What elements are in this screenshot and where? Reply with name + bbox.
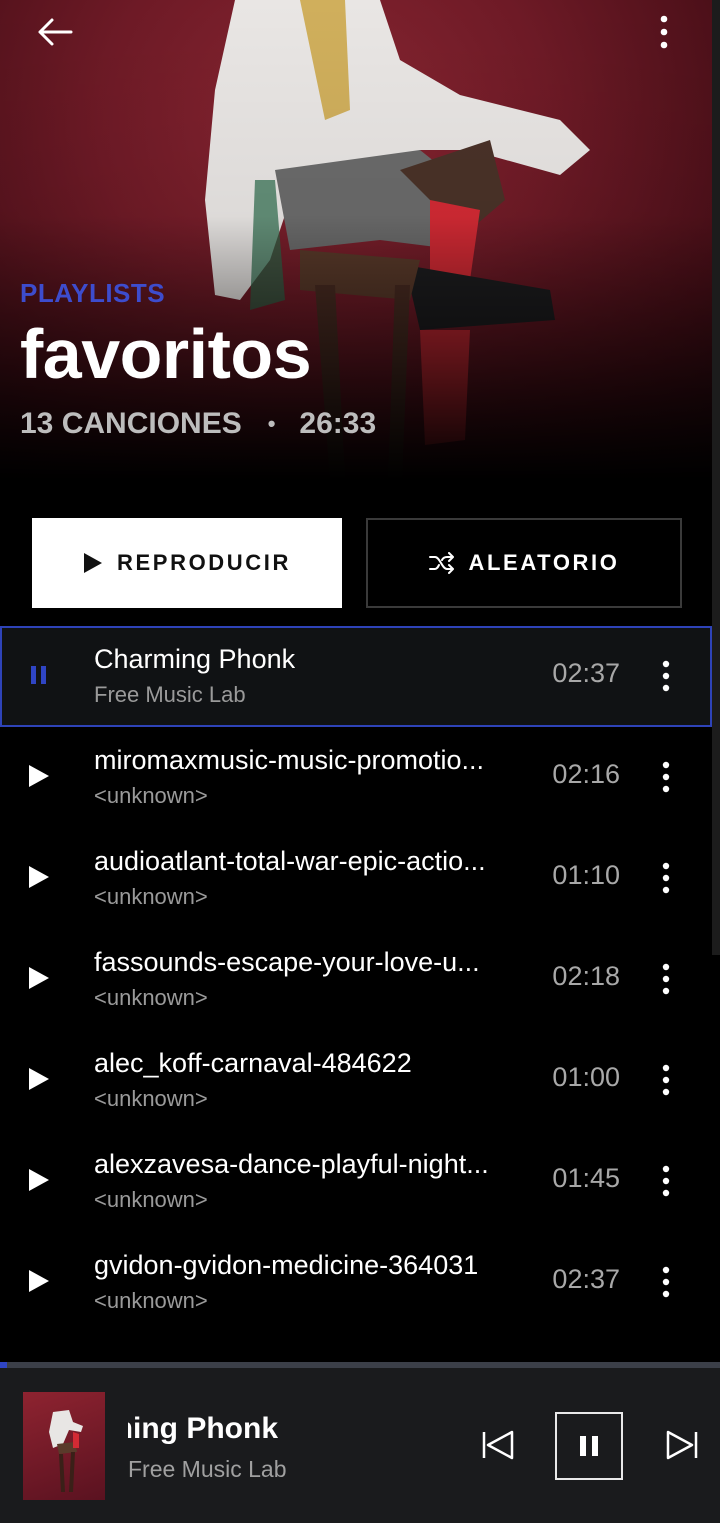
track-title: Charming Phonk bbox=[94, 644, 296, 674]
track-title: miromaxmusic-music-promotio... bbox=[94, 745, 485, 775]
more-vertical-icon bbox=[662, 862, 670, 894]
track-artist: <unknown> bbox=[94, 884, 208, 909]
mini-player[interactable]: Charming Phonk Free Music Lab bbox=[0, 1368, 720, 1523]
track-row[interactable]: gvidon-gvidon-medicine-364031 <unknown> … bbox=[0, 1232, 712, 1333]
song-count: 13 CANCIONES bbox=[20, 407, 242, 440]
track-artist: <unknown> bbox=[94, 1288, 208, 1313]
playlist-meta: 13 CANCIONES • 26:33 bbox=[20, 407, 376, 441]
track-pause-button[interactable] bbox=[18, 652, 60, 698]
pause-icon bbox=[580, 1436, 598, 1456]
track-title: alexzavesa-dance-playful-night... bbox=[94, 1149, 489, 1179]
play-all-button[interactable]: REPRODUCIR bbox=[32, 518, 342, 608]
track-row[interactable]: fassounds-escape-your-love-u... <unknown… bbox=[0, 929, 712, 1030]
track-play-button[interactable] bbox=[18, 1056, 60, 1102]
track-list[interactable]: Charming Phonk Free Music Lab 02:37 miro… bbox=[0, 626, 712, 1362]
playlist-title: favoritos bbox=[20, 315, 312, 393]
play-icon bbox=[29, 765, 49, 787]
more-vertical-icon bbox=[660, 15, 668, 49]
now-playing-thumbnail bbox=[23, 1392, 105, 1500]
pause-icon bbox=[31, 666, 46, 684]
track-more-button[interactable] bbox=[644, 1157, 688, 1205]
track-title: audioatlant-total-war-epic-actio... bbox=[94, 846, 486, 876]
track-title: alec_koff-carnaval-484622 bbox=[94, 1048, 412, 1078]
play-icon bbox=[29, 967, 49, 989]
more-vertical-icon bbox=[662, 660, 670, 692]
play-icon bbox=[29, 1169, 49, 1191]
track-artist: <unknown> bbox=[94, 783, 208, 808]
track-more-button[interactable] bbox=[644, 854, 688, 902]
track-duration: 02:37 bbox=[552, 658, 620, 688]
track-more-button[interactable] bbox=[644, 1056, 688, 1104]
track-row[interactable]: miromaxmusic-music-promotio... <unknown>… bbox=[0, 727, 712, 828]
arrow-left-icon bbox=[38, 18, 73, 46]
track-row[interactable]: audioatlant-total-war-epic-actio... <unk… bbox=[0, 828, 712, 929]
track-more-button[interactable] bbox=[644, 753, 688, 801]
more-vertical-icon bbox=[662, 1165, 670, 1197]
more-vertical-icon bbox=[662, 1064, 670, 1096]
back-button[interactable] bbox=[31, 8, 79, 56]
pause-button[interactable] bbox=[555, 1412, 623, 1480]
track-more-button[interactable] bbox=[644, 1258, 688, 1306]
track-artist: <unknown> bbox=[94, 985, 208, 1010]
track-row[interactable]: alexzavesa-dance-playful-night... <unkno… bbox=[0, 1131, 712, 1232]
total-duration: 26:33 bbox=[299, 407, 377, 440]
track-play-button[interactable] bbox=[18, 1157, 60, 1203]
shuffle-label: ALEATORIO bbox=[468, 550, 620, 575]
shuffle-icon bbox=[428, 552, 455, 574]
track-artist: <unknown> bbox=[94, 1086, 208, 1111]
track-artist: Free Music Lab bbox=[94, 682, 246, 707]
play-icon bbox=[29, 866, 49, 888]
track-artist: <unknown> bbox=[94, 1187, 208, 1212]
track-duration: 01:45 bbox=[552, 1163, 620, 1193]
play-icon bbox=[29, 1270, 49, 1292]
track-play-button[interactable] bbox=[18, 1258, 60, 1304]
track-duration: 01:00 bbox=[552, 1062, 620, 1092]
track-play-button[interactable] bbox=[18, 854, 60, 900]
playlist-info: PLAYLISTS favoritos 13 CANCIONES • 26:33 bbox=[20, 278, 376, 441]
page-scrollbar[interactable] bbox=[712, 0, 720, 955]
playlist-hero: PLAYLISTS favoritos 13 CANCIONES • 26:33 bbox=[0, 0, 720, 480]
section-eyebrow: PLAYLISTS bbox=[20, 278, 166, 308]
track-duration: 02:16 bbox=[552, 759, 620, 789]
track-title: fassounds-escape-your-love-u... bbox=[94, 947, 480, 977]
next-track-button[interactable] bbox=[656, 1418, 708, 1472]
more-vertical-icon bbox=[662, 1266, 670, 1298]
track-play-button[interactable] bbox=[18, 955, 60, 1001]
track-duration: 02:37 bbox=[552, 1264, 620, 1294]
previous-track-button[interactable] bbox=[472, 1418, 524, 1472]
track-row[interactable]: alec_koff-carnaval-484622 <unknown> 01:0… bbox=[0, 1030, 712, 1131]
now-playing-artist: Free Music Lab bbox=[128, 1456, 287, 1482]
play-icon bbox=[83, 552, 103, 574]
shuffle-button[interactable]: ALEATORIO bbox=[366, 518, 682, 608]
track-more-button[interactable] bbox=[644, 652, 688, 700]
more-options-button[interactable] bbox=[640, 8, 688, 56]
meta-separator: • bbox=[267, 411, 276, 436]
track-title: gvidon-gvidon-medicine-364031 bbox=[94, 1250, 479, 1280]
track-duration: 01:10 bbox=[552, 860, 620, 890]
skip-previous-icon bbox=[482, 1430, 514, 1460]
more-vertical-icon bbox=[662, 761, 670, 793]
play-icon bbox=[29, 1068, 49, 1090]
track-duration: 02:18 bbox=[552, 961, 620, 991]
track-row[interactable]: Charming Phonk Free Music Lab 02:37 bbox=[0, 626, 712, 727]
play-all-label: REPRODUCIR bbox=[117, 550, 291, 575]
track-play-button[interactable] bbox=[18, 753, 60, 799]
skip-next-icon bbox=[666, 1430, 698, 1460]
more-vertical-icon bbox=[662, 963, 670, 995]
track-more-button[interactable] bbox=[644, 955, 688, 1003]
now-playing-title: Charming Phonk bbox=[128, 1412, 278, 1445]
